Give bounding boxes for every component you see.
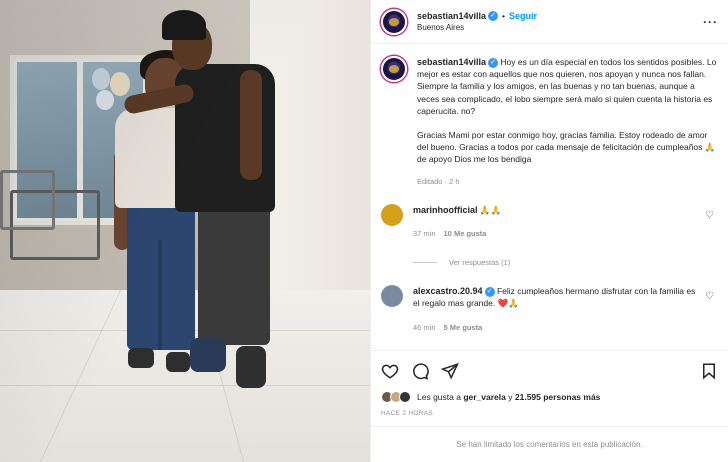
likes-middle: y [508,392,513,402]
share-icon[interactable] [441,362,459,380]
photo-shade [0,0,370,462]
post-sidebar: sebastian14villa ✓ • Seguir Buenos Aires ··… [370,0,728,462]
author-username[interactable]: sebastian14villa [417,11,486,21]
verified-badge-icon: ✓ [484,286,495,297]
verified-badge-icon: ✓ [488,11,499,22]
follow-button[interactable]: Seguir [509,11,537,21]
comment-likes[interactable]: 5 Me gusta [444,323,483,332]
view-replies-button[interactable]: Ver respuestas (1) [413,258,718,267]
caption-avatar[interactable] [381,56,407,82]
comment-text: 🙏🙏 [479,204,502,215]
like-comment-heart-icon[interactable]: ♡ [705,291,714,302]
view-replies-label: Ver respuestas (1) [449,258,511,268]
liker-username[interactable]: ger_varela [463,392,506,402]
author-info: sebastian14villa ✓ • Seguir Buenos Aires [417,11,537,33]
comment-icon[interactable] [411,362,429,380]
likes-summary: Les gusta a ger_varela y 21.595 personas… [371,390,728,404]
likes-count[interactable]: 21.595 personas más [515,392,601,402]
comment: alexcastro.20.94 ✓ Feliz cumpleaños herma… [381,285,718,334]
action-bar [371,350,728,390]
author-avatar[interactable] [381,8,407,35]
comment-time: 37 min [413,229,436,239]
comment-time: 46 min [413,322,436,332]
comment: marinhoofficial 🙏🙏 37 min 10 Me gusta ♡ [381,203,718,240]
replies-line [413,262,437,264]
commenter-username[interactable]: marinhoofficial [413,205,478,215]
liker-avatars [381,391,411,403]
post-photo[interactable] [0,0,370,462]
caption: sebastian14villa ✓ Hoy es un día especial… [381,56,718,188]
liker-avatar [399,391,411,403]
post-location[interactable]: Buenos Aires [417,23,537,32]
verified-badge-icon: ✓ [488,57,499,68]
post-header: sebastian14villa ✓ • Seguir Buenos Aires ··… [371,0,728,44]
heart-icon[interactable] [381,362,399,380]
caption-edited: Editado · 2 h [417,176,460,186]
separator-dot: • [502,10,506,21]
caption-username[interactable]: sebastian14villa [417,57,486,67]
instagram-post: sebastian14villa ✓ • Seguir Buenos Aires ··… [0,0,728,462]
like-comment-heart-icon[interactable]: ♡ [705,210,714,221]
comment-likes[interactable]: 10 Me gusta [444,229,487,238]
bookmark-icon[interactable] [700,362,718,380]
commenter-username[interactable]: alexcastro.20.94 [413,286,483,296]
comments-section[interactable]: sebastian14villa ✓ Hoy es un día especial… [371,44,728,350]
commenter-avatar[interactable] [381,285,403,308]
post-time: HACE 2 HORAS [381,410,434,417]
likes-prefix: Les gusta a [417,392,461,402]
caption-text-2: Gracias Mami por estar conmigo hoy, grac… [417,130,716,165]
more-options-icon[interactable]: ··· [703,15,718,29]
comments-limited-notice: Se han limitado los comentarios en esta … [371,426,728,462]
commenter-avatar[interactable] [381,203,403,226]
